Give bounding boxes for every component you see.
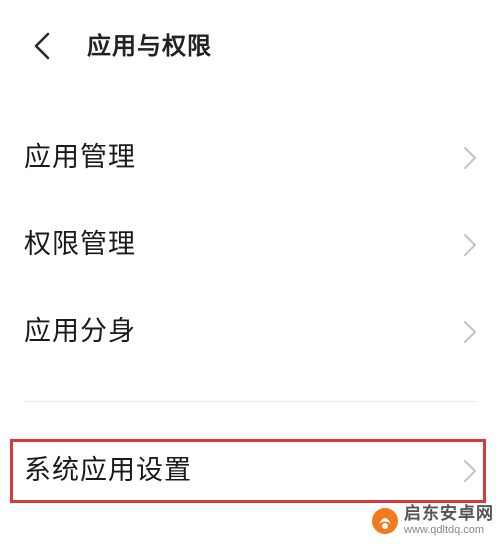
menu-item-label: 系统应用设置: [24, 455, 192, 486]
menu-item-label: 权限管理: [24, 229, 136, 260]
chevron-left-icon: [34, 32, 50, 60]
watermark-url: www.qdltdq.com: [404, 523, 485, 536]
chevron-right-icon: [464, 460, 476, 482]
page-title: 应用与权限: [87, 32, 212, 60]
chevron-right-icon: [464, 321, 476, 343]
chevron-right-icon: [464, 234, 476, 256]
menu-item-app-management[interactable]: 应用管理: [0, 118, 500, 198]
chevron-right-icon: [464, 147, 476, 169]
back-button[interactable]: [22, 26, 62, 66]
watermark: 启东安卓网 www.qdltdq.com: [370, 505, 494, 536]
watermark-logo-icon: [372, 507, 398, 534]
section-divider: [24, 401, 478, 402]
menu-item-permission-management[interactable]: 权限管理: [0, 205, 500, 285]
menu-item-label: 应用分身: [24, 316, 136, 347]
menu-item-system-app-settings[interactable]: 系统应用设置: [0, 431, 500, 511]
menu-item-app-clone[interactable]: 应用分身: [0, 292, 500, 372]
watermark-name: 启东安卓网: [404, 504, 494, 525]
menu-item-label: 应用管理: [24, 142, 136, 173]
header: 应用与权限: [0, 0, 500, 92]
